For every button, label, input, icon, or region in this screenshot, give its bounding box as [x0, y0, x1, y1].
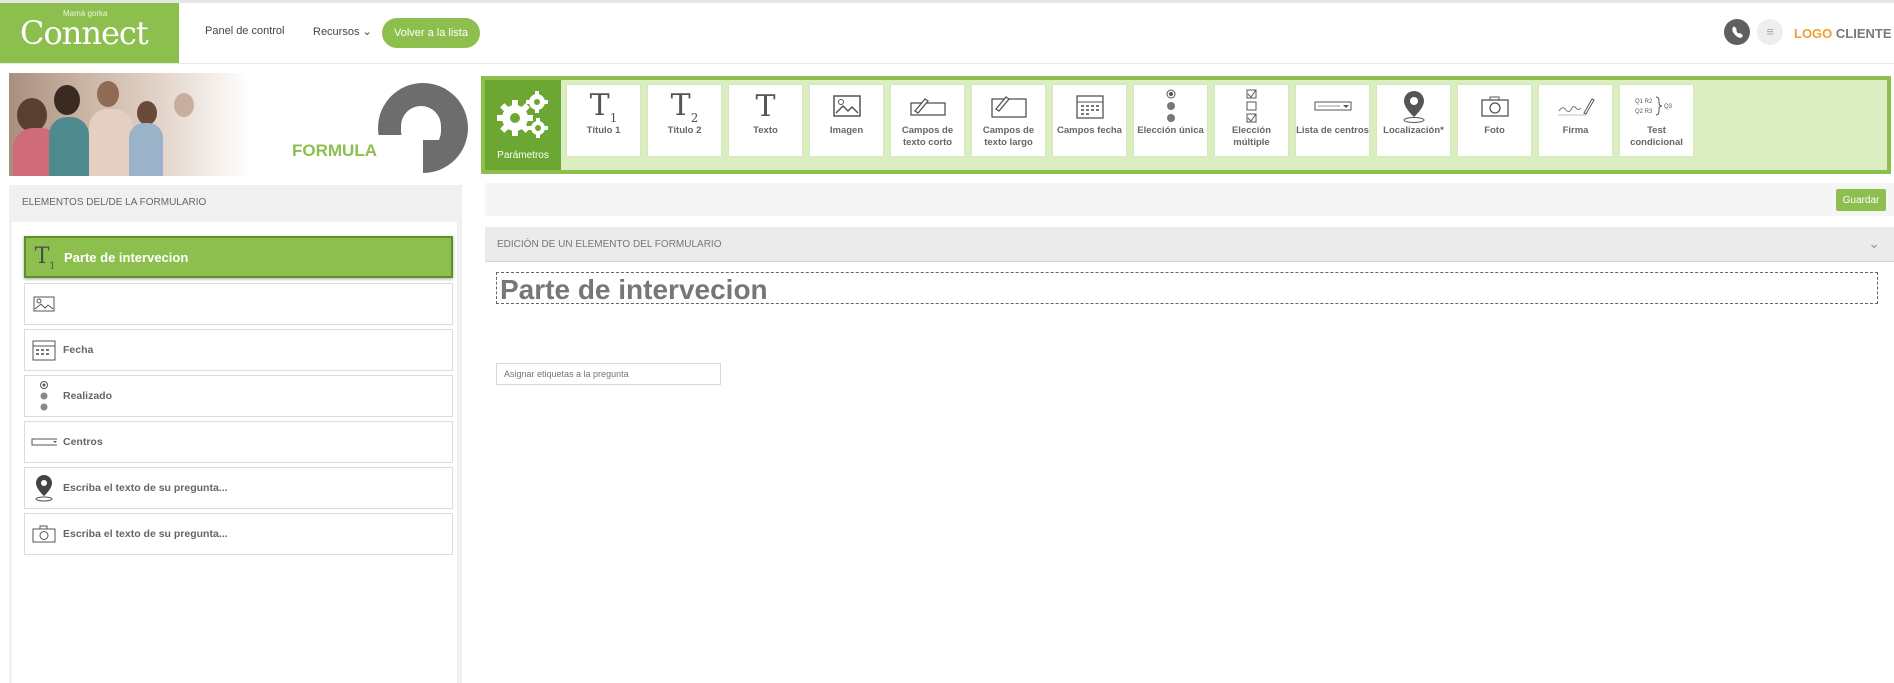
element-title-field[interactable]: Parte de intervecion — [496, 272, 1878, 305]
element-item-photo[interactable]: Escriba el texto de su pregunta... — [24, 513, 453, 555]
radio-icon — [1134, 89, 1207, 123]
tool-photo[interactable]: Foto — [1458, 85, 1531, 156]
tool-location[interactable]: Localización* — [1377, 85, 1450, 156]
right-action-bar — [485, 183, 1894, 216]
calendar-icon — [1053, 89, 1126, 123]
hamburger-icon: ≡ — [1766, 24, 1774, 39]
top-header: Mamá gorka Connect Panel de control Recu… — [0, 3, 1894, 64]
tool-multiple-choice[interactable]: Elección múltiple — [1215, 85, 1288, 156]
title2-icon: T2 — [670, 87, 699, 125]
menu-button[interactable]: ≡ — [1757, 19, 1783, 45]
image-icon — [810, 89, 883, 123]
tool-image[interactable]: Imagen — [810, 85, 883, 156]
title1-icon: T1 — [589, 87, 618, 125]
tool-title2[interactable]: T2 Título 2 — [648, 85, 721, 156]
nav-resources-dropdown[interactable]: Recursos ⌄ — [313, 25, 372, 38]
short-text-icon — [891, 89, 964, 123]
form-elements-panel: ELEMENTOS DEL/DE LA FORMULARIO T1 Parte … — [9, 185, 462, 683]
text-icon: T — [755, 88, 776, 124]
dropdown-icon — [1296, 89, 1369, 123]
element-title-text: Parte de intervecion — [500, 274, 768, 305]
checkbox-icon — [1215, 89, 1288, 123]
tool-short-text[interactable]: Campos de texto corto — [891, 85, 964, 156]
save-button[interactable]: Guardar — [1836, 189, 1886, 211]
title1-icon: T1 — [34, 244, 56, 272]
element-item-centers[interactable]: Centros — [24, 421, 453, 463]
chevron-down-icon[interactable]: ⌄ — [1868, 235, 1880, 252]
signature-icon — [1539, 89, 1612, 123]
tool-single-choice[interactable]: Elección única — [1134, 85, 1207, 156]
tool-signature[interactable]: Firma — [1539, 85, 1612, 156]
edit-element-body: Parte de intervecion — [485, 262, 1894, 683]
location-pin-icon — [31, 474, 57, 502]
tool-date[interactable]: Campos fecha — [1053, 85, 1126, 156]
edit-element-header[interactable]: EDICIÓN DE UN ELEMENTO DEL FORMULARIO ⌄ — [485, 227, 1894, 262]
tool-centers-list[interactable]: Lista de centros — [1296, 85, 1369, 156]
tool-title1[interactable]: T1 Título 1 — [567, 85, 640, 156]
elements-panel-title: ELEMENTOS DEL/DE LA FORMULARIO — [22, 197, 207, 208]
tool-conditional-test[interactable]: Q1 R2 Q2 R3 Q3 Test condicional — [1620, 85, 1693, 156]
tags-input[interactable] — [496, 363, 721, 385]
svg-text:Q2 R3: Q2 R3 — [1635, 109, 1653, 115]
gears-icon — [497, 91, 548, 138]
element-item-location[interactable]: Escriba el texto de su pregunta... — [24, 467, 453, 509]
element-toolbar: Parámetros T1 Título 1 T2 Título 2 T Tex… — [481, 76, 1891, 174]
long-text-icon — [972, 89, 1045, 123]
tool-long-text[interactable]: Campos de texto largo — [972, 85, 1045, 156]
calendar-icon — [31, 336, 57, 364]
camera-icon — [31, 520, 57, 548]
logo-wordmark: Connect — [20, 14, 149, 52]
svg-text:Q3: Q3 — [1664, 104, 1673, 110]
phone-button[interactable] — [1724, 19, 1750, 45]
location-pin-icon — [1377, 89, 1450, 123]
element-item-single-choice[interactable]: Realizado — [24, 375, 453, 417]
edit-element-title: EDICIÓN DE UN ELEMENTO DEL FORMULARIO — [497, 239, 722, 250]
element-item-image[interactable] — [24, 283, 453, 325]
svg-text:Q1 R2: Q1 R2 — [1635, 99, 1653, 105]
parameters-button[interactable]: Parámetros — [485, 80, 561, 170]
element-item-date[interactable]: Fecha — [24, 329, 453, 371]
image-icon — [31, 290, 57, 318]
people-photo — [9, 73, 249, 176]
elements-list: T1 Parte de intervecion Fecha Realizado — [12, 222, 457, 683]
camera-icon — [1458, 89, 1531, 123]
app-logo[interactable]: Mamá gorka Connect — [0, 3, 179, 63]
element-item-title[interactable]: T1 Parte de intervecion — [24, 236, 453, 278]
nav-dashboard[interactable]: Panel de control — [205, 25, 285, 37]
tool-text[interactable]: T Texto — [729, 85, 802, 156]
phone-icon — [1732, 26, 1743, 38]
dropdown-icon — [31, 428, 57, 456]
client-logo: LOGO CLIENTE — [1794, 26, 1892, 41]
back-to-list-button[interactable]: Volver a la lista — [382, 18, 480, 48]
conditional-icon: Q1 R2 Q2 R3 Q3 — [1620, 89, 1693, 123]
parameters-label: Parámetros — [497, 150, 549, 161]
radio-icon — [31, 381, 57, 411]
